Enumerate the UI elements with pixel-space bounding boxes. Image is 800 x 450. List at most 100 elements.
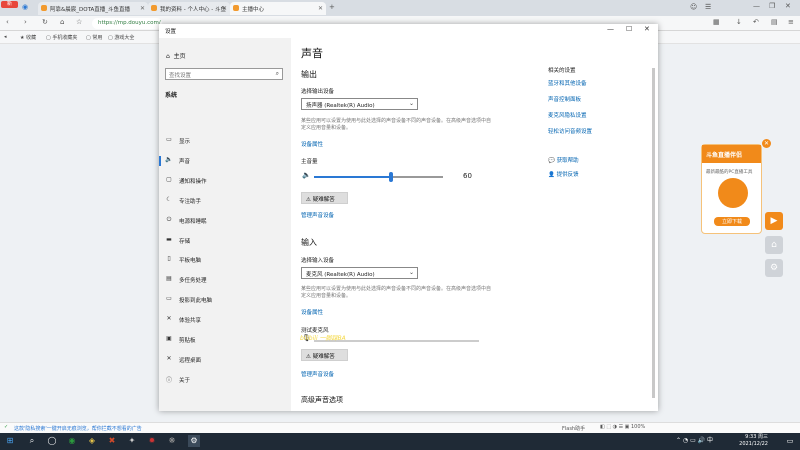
output-manage-devices-link[interactable]: 管理声音设备 (301, 211, 334, 219)
sidebar-item-6[interactable]: ▯ 平板电脑 (159, 251, 291, 269)
volume-slider-fill (314, 176, 392, 178)
home-float-icon[interactable]: ⌂ (765, 236, 783, 254)
url-input[interactable]: https://mp.douyu.com/ (92, 18, 162, 29)
notification-center-icon[interactable]: ▭ (784, 435, 796, 447)
sidebar-item-8[interactable]: ▭ 投影到此电脑 (159, 291, 291, 309)
taskbar-search-icon[interactable]: ⌕ (26, 435, 38, 447)
input-properties-link[interactable]: 设备属性 (301, 308, 323, 316)
related-link[interactable]: 蓝牙和其他设备 (548, 79, 587, 87)
sidebar-home-link[interactable]: ⌂ 主页 (166, 51, 186, 60)
window-close-button[interactable]: ✕ (644, 25, 650, 33)
flash-helper-label[interactable]: Flash助手 (562, 425, 585, 432)
play-float-icon[interactable]: ▶ (765, 212, 783, 230)
sidebar-item-12[interactable]: ⓘ 关于 (159, 371, 291, 389)
related-link[interactable]: 声音控制面板 (548, 95, 581, 103)
star-icon[interactable]: ☆ (76, 18, 82, 26)
browser-tab-2[interactable]: 主播中心 ✕ (230, 2, 326, 15)
taskbar-app-dota-icon[interactable]: ✖ (106, 435, 118, 447)
input-device-select[interactable]: 麦克风 (Realtek(R) Audio) ⌄ (301, 267, 418, 279)
settings-sidebar: ⌂ 主页 查找设置 ⌕ 系统 ▭ 显示 🔈 声音 ▢ 通知和操作 ☾ 专注助手 ⏻ 电源和睡眠 ▬ 存… (159, 38, 291, 411)
tab-close-icon[interactable]: ✕ (222, 5, 227, 12)
close-icon[interactable]: ✕ (785, 2, 791, 10)
undo-icon[interactable]: ↶ (753, 18, 759, 26)
output-properties-link[interactable]: 设备属性 (301, 140, 323, 148)
related-link[interactable]: 轻松访问音频设置 (548, 127, 592, 135)
settings-float-icon[interactable]: ⚙ (765, 259, 783, 277)
taskbar-app-fan-icon[interactable]: ✹ (146, 435, 158, 447)
input-troubleshoot-button[interactable]: ⚠ 疑难解答 (301, 349, 348, 361)
power-icon: ⏻ (166, 215, 172, 223)
sidebar-item-5[interactable]: ▬ 存储 (159, 232, 291, 250)
browser-logo-icon[interactable]: ◉ (22, 3, 28, 11)
main-scrollbar[interactable] (652, 68, 655, 398)
input-manage-devices-link[interactable]: 管理声音设备 (301, 370, 334, 378)
promo-close-icon[interactable]: ✕ (762, 139, 771, 148)
sidebar-item-4[interactable]: ⏻ 电源和睡眠 (159, 212, 291, 230)
taskbar-app-settings-icon[interactable]: ⚙ (188, 435, 200, 447)
volume-slider[interactable] (314, 172, 443, 182)
menu-icon[interactable]: ☰ (705, 3, 711, 11)
chevron-down-icon: ⌄ (408, 269, 414, 276)
minimize-icon[interactable]: — (753, 2, 760, 10)
sidebar-item-3[interactable]: ☾ 专注助手 (159, 192, 291, 210)
task-view-icon[interactable]: ◯ (46, 435, 58, 447)
warning-icon: ⚠ (306, 197, 311, 203)
tab-close-icon[interactable]: ✕ (140, 5, 145, 12)
windows-start-icon[interactable]: ⊞ (4, 435, 16, 447)
back-icon[interactable]: ‹ (6, 18, 9, 26)
volume-slider-thumb[interactable] (389, 172, 394, 182)
home-icon[interactable]: ⌂ (60, 18, 64, 26)
status-text[interactable]: 这款'隐私搜索'一键开启无痕浏览，帮你拦截不想看的广告 (14, 425, 142, 432)
bookmark-item[interactable]: ▢ 常用 (86, 34, 102, 41)
more-icon[interactable]: ≡ (788, 18, 794, 26)
tab-close-icon[interactable]: ✕ (318, 5, 323, 12)
search-icon: ⌕ (275, 70, 279, 77)
feedback-link[interactable]: 👤 提供反馈 (548, 170, 579, 178)
sidebar-item-9[interactable]: ✕ 体验共享 (159, 311, 291, 329)
get-help-link[interactable]: 💬 获取帮助 (548, 156, 579, 164)
output-device-select[interactable]: 扬声器 (Realtek(R) Audio) ⌄ (301, 98, 418, 110)
taskbar-app-browser-icon[interactable]: ◉ (66, 435, 78, 447)
sidebar-item-11[interactable]: ✕ 远程桌面 (159, 351, 291, 369)
bookmark-item[interactable]: ▢ 手机收藏夹 (46, 34, 77, 41)
advanced-heading[interactable]: 高级声音选项 (301, 395, 343, 405)
zoom-indicator-icon[interactable]: ◧ ⬚ ◑ ☰ ▣ 100% (600, 424, 645, 430)
settings-search-input[interactable]: 查找设置 ⌕ (165, 68, 283, 80)
taskbar-clock[interactable]: 9:33 周三 2021/12/22 (739, 434, 768, 448)
output-description: 某些应用可以设置为使用与此处选择的声音设备不同的声音设备。在高级声音选项中自定义… (301, 118, 492, 131)
extensions-icon[interactable]: ▦ (713, 18, 720, 26)
taskbar-app-obs-icon[interactable]: ✦ (126, 435, 138, 447)
sidebar-item-2[interactable]: ▢ 通知和操作 (159, 172, 291, 190)
new-tab-icon[interactable]: + (329, 3, 335, 11)
tab-label: 阿靠&晨宸_DOTA直播_斗鱼直播 (50, 7, 131, 13)
taskbar-app-tool-icon[interactable]: ❋ (166, 435, 178, 447)
tray-icons[interactable]: ⌃ ◔ ▭ 🔊 中 (676, 435, 726, 447)
sidebar-item-7[interactable]: ▤ 多任务处理 (159, 271, 291, 289)
speaker-icon[interactable]: 🔈 (302, 171, 311, 179)
download-icon[interactable]: ↓ (736, 18, 742, 26)
refresh-icon[interactable]: ↻ (42, 18, 48, 26)
forward-icon[interactable]: › (24, 18, 27, 26)
notification-icon: ▢ (166, 175, 172, 183)
sidebar-item-0[interactable]: ▭ 显示 (159, 132, 291, 150)
warning-icon: ⚠ (306, 354, 311, 360)
browser-tab-0[interactable]: 阿靠&晨宸_DOTA直播_斗鱼直播 ✕ (38, 2, 148, 15)
taskbar-app-game-icon[interactable]: ◈ (86, 435, 98, 447)
bookmark-toggle-icon[interactable]: ◂ (4, 34, 7, 40)
browser-tab-1[interactable]: 我的资料 - 个人中心 - 斗鱼 ✕ (148, 2, 230, 15)
user-icon[interactable]: ☺ (690, 3, 697, 11)
window-maximize-button[interactable]: ☐ (626, 25, 632, 33)
restore-icon[interactable]: ❐ (769, 2, 775, 10)
sidebar-item-10[interactable]: ▣ 剪贴板 (159, 331, 291, 349)
related-link[interactable]: 麦克风隐私设置 (548, 111, 587, 119)
sidebar-item-label: 关于 (179, 377, 191, 384)
app-grid-icon[interactable]: ▤ (771, 18, 778, 26)
promo-card[interactable]: 斗鱼直播伴侣 最新最酷的PC直播工具 立即下载 (701, 144, 762, 234)
window-minimize-button[interactable]: — (607, 25, 614, 33)
bookmark-item[interactable]: ▢ 游戏大全 (108, 34, 134, 41)
bookmark-item[interactable]: ★ 收藏 (20, 34, 36, 41)
promo-download-button[interactable]: 立即下载 (714, 217, 750, 226)
volume-label: 主音量 (301, 159, 318, 165)
sidebar-item-1[interactable]: 🔈 声音 (159, 152, 291, 170)
output-troubleshoot-button[interactable]: ⚠ 疑难解答 (301, 192, 348, 204)
